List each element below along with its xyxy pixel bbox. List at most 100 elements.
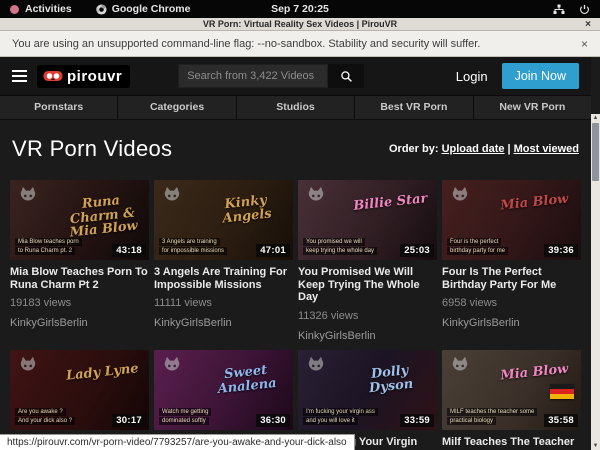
activities-button[interactable]: Activities	[25, 3, 72, 15]
window-title: VR Porn: Virtual Reality Sex Videos | Pi…	[203, 19, 397, 29]
video-card[interactable]: Billie Star You promised we will keep tr…	[298, 180, 437, 342]
studio-link[interactable]: KinkyGirlsBerlin	[442, 317, 581, 329]
nav-item-studios[interactable]: Studios	[237, 96, 354, 119]
view-count: 6958 views	[442, 297, 581, 309]
video-thumbnail[interactable]: Dolly Dyson I'm fucking your virgin ass …	[298, 350, 437, 430]
video-title[interactable]: Four Is The Perfect Birthday Party For M…	[442, 266, 581, 291]
video-thumbnail[interactable]: Kinky Angels 3 Angels are training for i…	[154, 180, 293, 260]
thumbnail-overlay-title: Dolly Dyson	[347, 362, 434, 398]
video-thumbnail[interactable]: Mia Blow Four is the perfect birthday pa…	[442, 180, 581, 260]
video-thumbnail[interactable]: Runa Charm & Mia Blow Mia Blow teaches p…	[10, 180, 149, 260]
search-icon	[340, 70, 353, 83]
scrollbar-down-arrow-icon[interactable]: ▼	[593, 442, 599, 450]
system-top-bar: Activities Google Chrome Sep 7 20:25	[0, 0, 600, 18]
thumbnail-captions: Four is the perfect birthday party for m…	[447, 238, 508, 255]
thumbnail-caption-line2: And your dick also ?	[15, 417, 75, 425]
site-header: pirouvr Login Join Now	[0, 57, 591, 95]
studio-cat-mask-icon	[305, 355, 327, 375]
duration-badge: 47:01	[256, 244, 290, 257]
video-thumbnail[interactable]: Mia Blow MILF teaches the teacher some p…	[442, 350, 581, 430]
duration-badge: 35:58	[544, 414, 578, 427]
video-title[interactable]: You Promised We Will Keep Trying The Who…	[298, 266, 437, 304]
studio-link[interactable]: KinkyGirlsBerlin	[154, 317, 293, 329]
studio-cat-mask-icon	[161, 185, 183, 205]
window-titlebar[interactable]: VR Porn: Virtual Reality Sex Videos | Pi…	[0, 18, 600, 31]
video-thumbnail[interactable]: Billie Star You promised we will keep tr…	[298, 180, 437, 260]
nav-item-new-vr-porn[interactable]: New VR Porn	[474, 96, 591, 119]
scrollbar-up-arrow-icon[interactable]: ▲	[593, 114, 599, 122]
video-grid: Runa Charm & Mia Blow Mia Blow teaches p…	[0, 180, 591, 450]
search-input[interactable]	[178, 64, 328, 88]
view-count: 19183 views	[10, 297, 149, 309]
scrollbar-thumb[interactable]	[592, 123, 599, 181]
order-upload-date-link[interactable]: Upload date	[442, 143, 505, 155]
studio-cat-mask-icon	[161, 355, 183, 375]
order-most-viewed-link[interactable]: Most viewed	[514, 143, 579, 155]
german-flag-icon	[550, 384, 574, 399]
warning-close-button[interactable]: ×	[581, 37, 588, 51]
studio-cat-mask-icon	[17, 185, 39, 205]
warning-message: You are using an unsupported command-lin…	[12, 38, 480, 50]
window-close-button[interactable]: ×	[585, 18, 591, 31]
site-logo-text: pirouvr	[67, 68, 122, 85]
duration-badge: 43:18	[112, 244, 146, 257]
link-target-status-bar: https://pirouvr.com/vr-porn-video/779325…	[0, 434, 355, 450]
video-card[interactable]: Runa Charm & Mia Blow Mia Blow teaches p…	[10, 180, 149, 342]
screen-record-indicator-icon	[10, 5, 19, 14]
browser-viewport: pirouvr Login Join Now PornstarsCategori…	[0, 57, 600, 450]
thumbnail-caption-line2: and you will love it	[303, 417, 358, 425]
focused-app-menu[interactable]: Google Chrome	[96, 3, 191, 15]
thumbnail-overlay-title: Mia Blow	[492, 362, 578, 384]
thumbnail-overlay-title: Sweet Analena	[203, 362, 290, 398]
order-by-controls: Order by: Upload date|Most viewed	[389, 143, 579, 155]
clock[interactable]: Sep 7 20:25	[0, 3, 600, 15]
page-head: VR Porn Videos Order by: Upload date|Mos…	[0, 120, 591, 180]
studio-cat-mask-icon	[449, 355, 471, 375]
thumbnail-caption-line2: keep trying the whole day	[303, 247, 377, 255]
site-logo[interactable]: pirouvr	[37, 65, 130, 88]
page-scrollbar[interactable]: ▲ ▼	[591, 114, 600, 450]
order-by-label: Order by:	[389, 143, 439, 155]
view-count: 11111 views	[154, 297, 293, 309]
video-card[interactable]: Mia Blow Four is the perfect birthday pa…	[442, 180, 581, 342]
thumbnail-overlay-title: Lady Lyne	[60, 362, 146, 384]
page-title: VR Porn Videos	[12, 136, 172, 162]
main-nav: PornstarsCategoriesStudiosBest VR PornNe…	[0, 95, 591, 120]
duration-badge: 39:36	[544, 244, 578, 257]
video-title[interactable]: Milf Teaches The Teacher Some Practical …	[442, 436, 581, 450]
thumbnail-overlay-title: Billie Star	[348, 192, 434, 214]
video-card[interactable]: Mia Blow MILF teaches the teacher some p…	[442, 350, 581, 450]
duration-badge: 25:03	[400, 244, 434, 257]
studio-link[interactable]: KinkyGirlsBerlin	[298, 330, 437, 342]
video-card[interactable]: Kinky Angels 3 Angels are training for i…	[154, 180, 293, 342]
thumbnail-caption-line1: MILF teaches the teacher some	[447, 408, 537, 416]
nav-item-pornstars[interactable]: Pornstars	[0, 96, 117, 119]
thumbnail-caption-line1: Mia Blow teaches porn	[15, 238, 82, 246]
video-title[interactable]: Mia Blow Teaches Porn To Runa Charm Pt 2	[10, 266, 149, 291]
thumbnail-overlay-title: Runa Charm & Mia Blow	[58, 192, 147, 242]
video-thumbnail[interactable]: Lady Lyne Are you awake ? And your dick …	[10, 350, 149, 430]
menu-hamburger-icon[interactable]	[12, 70, 27, 82]
thumbnail-caption-line1: I'm fucking your virgin ass	[303, 408, 378, 416]
nav-item-categories[interactable]: Categories	[118, 96, 235, 119]
thumbnail-caption-line2: to Runa Charm pt. 2	[15, 247, 75, 255]
search-button[interactable]	[328, 64, 364, 88]
nav-item-best-vr-porn[interactable]: Best VR Porn	[355, 96, 472, 119]
video-thumbnail[interactable]: Sweet Analena Watch me getting dominated…	[154, 350, 293, 430]
thumbnail-captions: You promised we will keep trying the who…	[303, 238, 377, 255]
power-icon[interactable]	[579, 4, 590, 15]
thumbnail-captions: Watch me getting dominated softly	[159, 408, 211, 425]
login-link[interactable]: Login	[456, 69, 488, 84]
thumbnail-overlay-title: Kinky Angels	[203, 192, 290, 228]
duration-badge: 33:59	[400, 414, 434, 427]
network-icon[interactable]	[553, 4, 565, 15]
studio-link[interactable]: KinkyGirlsBerlin	[10, 317, 149, 329]
search-bar	[178, 64, 364, 88]
thumbnail-captions: Are you awake ? And your dick also ?	[15, 408, 75, 425]
join-now-button[interactable]: Join Now	[502, 63, 579, 89]
video-title[interactable]: 3 Angels Are Training For Impossible Mis…	[154, 266, 293, 291]
thumbnail-captions: I'm fucking your virgin ass and you will…	[303, 408, 378, 425]
vr-headset-icon	[43, 70, 63, 82]
thumbnail-caption-line2: for impossible missions	[159, 247, 227, 255]
thumbnail-captions: Mia Blow teaches porn to Runa Charm pt. …	[15, 238, 82, 255]
